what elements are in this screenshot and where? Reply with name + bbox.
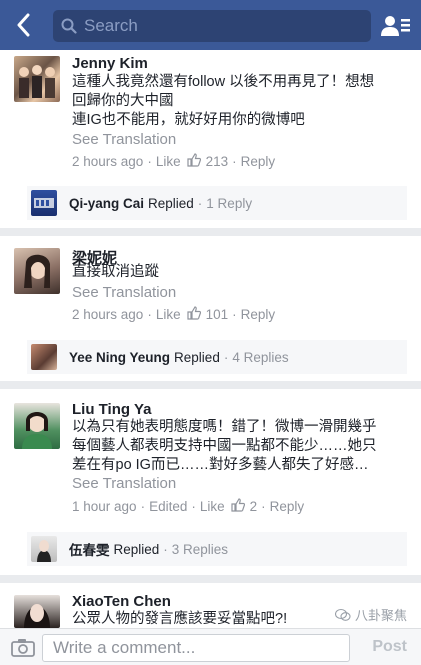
replies-summary[interactable]: Qi-yang Cai Replied · 1 Reply xyxy=(27,186,407,220)
avatar[interactable] xyxy=(14,403,60,449)
thumbs-up-icon xyxy=(186,306,201,323)
comment-line: 每個藝人都表明支持中國一點都不能少……她只 xyxy=(72,438,377,454)
replied-label: Replied xyxy=(174,349,220,365)
separator-dot: · xyxy=(197,195,203,211)
comment-line: 直接取消追蹤 xyxy=(72,264,159,280)
comment-line: 差在有po IG而已……對好多藝人都失了好感… xyxy=(72,457,369,473)
avatar-photo xyxy=(24,604,50,628)
comment-line: 連IG也不能用，就好好用你的微博吧 xyxy=(72,112,305,128)
comment-line: 這種人我竟然還有follow 以後不用再見了！想想 xyxy=(72,74,375,90)
comment-text: 這種人我竟然還有follow 以後不用再見了！想想 回歸你的大中國 連IG也不能… xyxy=(72,73,412,130)
avatar-photo xyxy=(24,254,50,288)
post-button[interactable]: Post xyxy=(372,638,407,656)
search-icon xyxy=(61,18,77,34)
comment-line: 以為只有她表明態度嗎！錯了！微博一滑開幾乎 xyxy=(72,419,377,435)
like-link[interactable]: Like xyxy=(200,499,225,514)
like-link[interactable]: Like xyxy=(156,154,181,169)
see-translation-link[interactable]: See Translation xyxy=(72,131,176,148)
timestamp: 2 hours ago xyxy=(72,154,144,169)
reply-link[interactable]: Reply xyxy=(270,499,305,514)
separator-dot: · xyxy=(163,541,168,557)
search-placeholder: Search xyxy=(84,16,138,35)
like-count: 213 xyxy=(205,154,229,169)
chevron-left-icon xyxy=(17,13,30,37)
comment-composer: Write a comment... Post xyxy=(0,628,421,665)
camera-button[interactable] xyxy=(0,629,46,665)
reply-link[interactable]: Reply xyxy=(241,154,276,169)
separator-dot: · xyxy=(140,499,146,514)
avatar-photo xyxy=(19,65,55,98)
watermark-text: 八卦聚焦 xyxy=(354,608,407,623)
search-input[interactable]: Search xyxy=(53,10,371,42)
comment-line: 回歸你的大中國 xyxy=(72,93,174,109)
reply-count: 4 Replies xyxy=(232,349,289,365)
separator-dot: · xyxy=(261,499,266,514)
avatar-photo xyxy=(22,412,52,449)
like-count: 101 xyxy=(205,307,229,322)
thumbs-up-icon xyxy=(231,498,245,515)
replier-name: 伍春雯 xyxy=(69,543,110,558)
separator-dot: · xyxy=(147,154,152,169)
replier-avatar xyxy=(31,190,57,216)
top-navigation-bar: Search xyxy=(0,0,421,50)
reply-count: 3 Replies xyxy=(171,541,229,557)
comment-item: Jenny Kim 這種人我竟然還有follow 以後不用再見了！想想 回歸你的… xyxy=(0,50,421,228)
comment-item: Liu Ting Ya 以為只有她表明態度嗎！錯了！微博一滑開幾乎 每個藝人都表… xyxy=(0,389,421,575)
timestamp: 2 hours ago xyxy=(72,307,144,322)
comment-meta: 1 hour ago · Edited · Like 2 · Reply xyxy=(72,498,304,515)
friend-requests-icon xyxy=(381,16,410,36)
edited-label: Edited xyxy=(149,499,188,514)
see-translation-link[interactable]: See Translation xyxy=(72,475,176,492)
separator-dot: · xyxy=(147,307,152,322)
separator-dot: · xyxy=(191,499,196,514)
timestamp: 1 hour ago xyxy=(72,499,137,514)
replied-label: Replied xyxy=(148,195,194,211)
separator-dot: · xyxy=(223,349,229,365)
like-link[interactable]: Like xyxy=(156,307,181,322)
replies-summary[interactable]: Yee Ning Yeung Replied · 4 Replies xyxy=(27,340,407,374)
replies-summary[interactable]: 伍春雯 Replied · 3 Replies xyxy=(27,532,407,566)
like-count: 2 xyxy=(249,499,258,514)
watermark: 八卦聚焦 xyxy=(334,605,407,624)
comment-item: 梁妮妮 直接取消追蹤 See Translation 2 hours ago ·… xyxy=(0,236,421,381)
avatar[interactable] xyxy=(14,248,60,294)
comment-meta: 2 hours ago · Like 101 · Reply xyxy=(72,306,275,323)
comment-text: 以為只有她表明態度嗎！錯了！微博一滑開幾乎 每個藝人都表明支持中國一點都不能少…… xyxy=(72,418,412,475)
wechat-icon xyxy=(334,608,351,621)
avatar[interactable] xyxy=(14,56,60,102)
camera-icon xyxy=(11,638,35,657)
thumbs-up-icon xyxy=(186,153,201,170)
comment-input[interactable]: Write a comment... xyxy=(42,634,350,662)
separator-dot: · xyxy=(232,307,237,322)
back-button[interactable] xyxy=(0,0,46,50)
reply-link[interactable]: Reply xyxy=(241,307,276,322)
comment-text: 直接取消追蹤 xyxy=(72,263,412,282)
commenter-name[interactable]: Liu Ting Ya xyxy=(72,401,151,418)
see-translation-link[interactable]: See Translation xyxy=(72,284,176,301)
friend-requests-button[interactable] xyxy=(379,10,413,42)
replier-avatar xyxy=(31,344,57,370)
replied-label: Replied xyxy=(113,541,160,557)
commenter-name[interactable]: XiaoTen Chen xyxy=(72,593,171,610)
separator-dot: · xyxy=(232,154,237,169)
comment-meta: 2 hours ago · Like 213 · Reply xyxy=(72,153,275,170)
replier-avatar xyxy=(31,536,57,562)
avatar[interactable] xyxy=(14,595,60,628)
commenter-name[interactable]: Jenny Kim xyxy=(72,55,148,72)
replier-name: Yee Ning Yeung xyxy=(69,349,171,365)
reply-count: 1 Reply xyxy=(206,195,253,211)
replier-name: Qi-yang Cai xyxy=(69,195,145,211)
